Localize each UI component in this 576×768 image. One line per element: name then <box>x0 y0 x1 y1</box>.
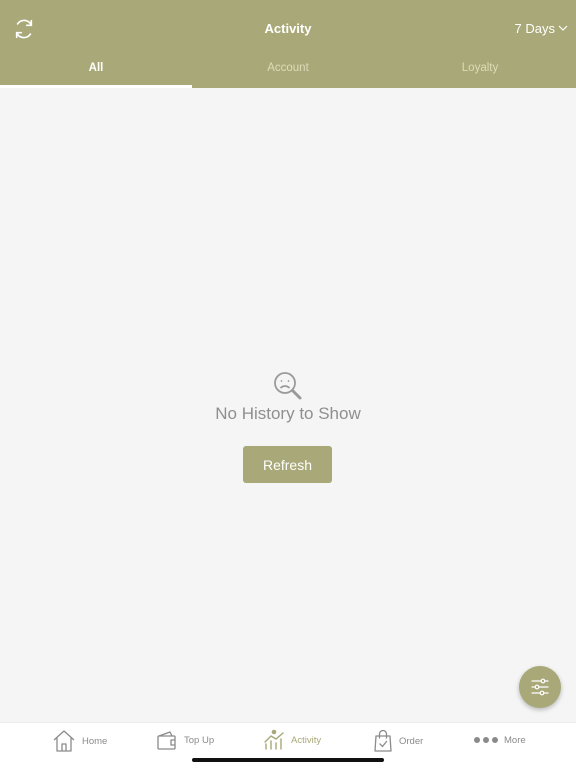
nav-top-up-label: Top Up <box>184 734 215 746</box>
empty-state: No History to Show <box>0 370 576 424</box>
date-range-label: 7 Days <box>514 21 555 36</box>
home-icon <box>53 730 75 752</box>
nav-more[interactable]: More <box>474 729 526 751</box>
nav-activity-label: Activity <box>291 734 322 746</box>
header-bar: Activity 7 Days All Account Loyalty <box>0 0 576 88</box>
filter-sliders-icon <box>531 678 549 696</box>
page-title: Activity <box>264 21 312 36</box>
tab-account[interactable]: Account <box>192 50 384 88</box>
activity-chart-icon <box>264 729 284 750</box>
nav-activity[interactable]: Activity <box>263 729 321 751</box>
filter-button[interactable] <box>519 666 561 708</box>
nav-home[interactable]: Home <box>52 729 107 753</box>
nav-order-label: Order <box>399 735 424 747</box>
nav-top-up[interactable]: Top Up <box>156 729 214 751</box>
tab-all[interactable]: All <box>0 50 192 88</box>
tab-account-label: Account <box>267 62 309 74</box>
tab-bar: All Account Loyalty <box>0 50 576 88</box>
date-range-select[interactable]: 7 Days <box>515 21 568 36</box>
empty-state-message: No History to Show <box>215 404 361 423</box>
wallet-icon <box>157 731 176 750</box>
sad-search-icon <box>274 372 302 400</box>
nav-order[interactable]: Order <box>373 729 423 753</box>
refresh-button[interactable]: Refresh <box>243 446 332 483</box>
app-screen: Activity 7 Days All Account Loyalty No H… <box>0 0 576 768</box>
tab-loyalty-label: Loyalty <box>461 62 499 74</box>
tab-all-label: All <box>88 62 104 74</box>
home-indicator <box>192 758 384 762</box>
shopping-bag-icon <box>374 729 392 752</box>
tab-loyalty[interactable]: Loyalty <box>384 50 576 88</box>
more-dots-icon <box>474 737 498 743</box>
nav-home-label: Home <box>82 735 108 747</box>
chevron-down-icon <box>558 25 568 31</box>
nav-more-label: More <box>504 734 526 746</box>
